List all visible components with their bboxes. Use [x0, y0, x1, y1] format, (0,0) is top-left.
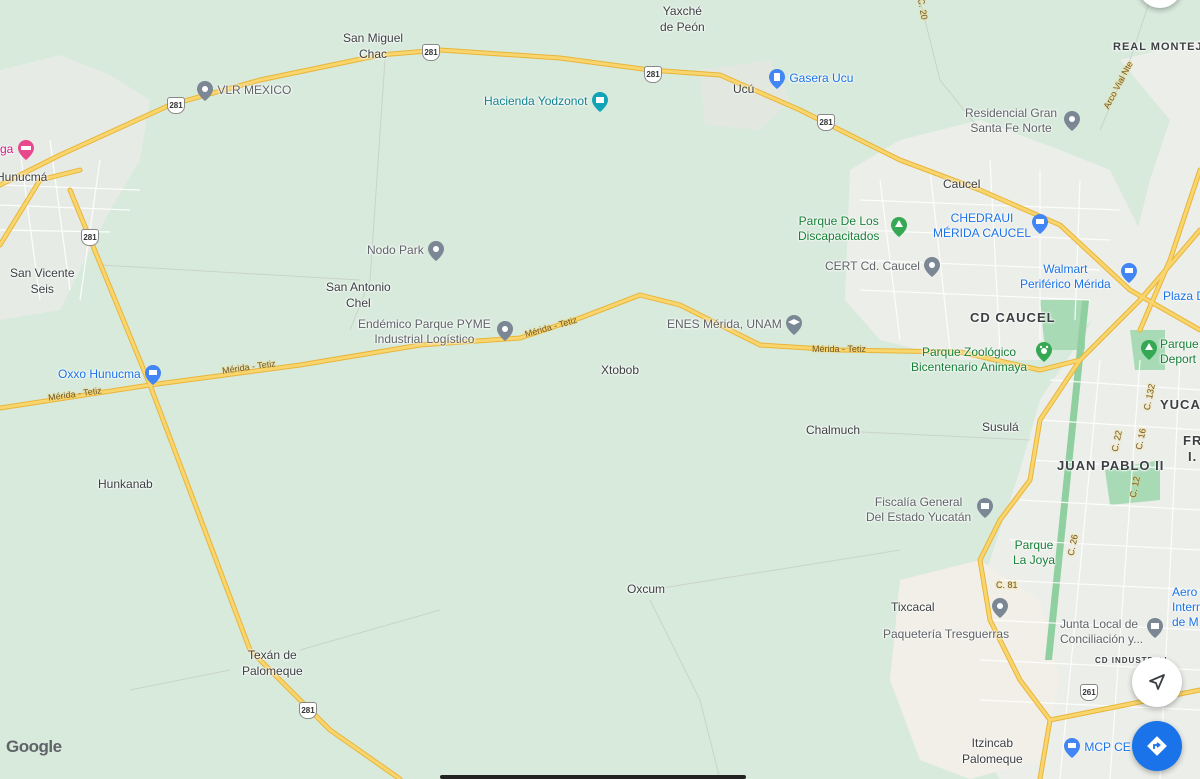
- map-pin-icon: [924, 257, 941, 277]
- highway-shield: 281: [817, 114, 835, 131]
- poi-label: VLR MEXICO: [217, 83, 292, 98]
- place-label-san-miguel-chac[interactable]: San Miguel Chac: [343, 30, 403, 62]
- place-label-xtobob[interactable]: Xtobob: [601, 362, 639, 378]
- map-pin-icon: [197, 81, 213, 101]
- poi-label: Junta Local de Conciliación y...: [1060, 617, 1144, 646]
- place-label-tixcacal[interactable]: Tixcacal: [891, 599, 935, 615]
- google-logo-text: Google: [6, 737, 62, 756]
- poi-label: Residencial Gran Santa Fe Norte: [965, 106, 1058, 135]
- poi-label: Hacienda Yodzonot: [484, 94, 588, 109]
- place-label-chalmuch[interactable]: Chalmuch: [806, 422, 860, 438]
- poi-aeropuerto[interactable]: Aero Intern de M: [1172, 585, 1200, 630]
- poi-label: Gasera Ucu: [789, 71, 854, 86]
- poi-label: ga: [0, 142, 14, 157]
- poi-hacienda[interactable]: Hacienda Yodzonot: [484, 91, 609, 113]
- park-icon: [1141, 340, 1157, 360]
- map-pin-icon: [497, 321, 513, 341]
- poi-paqueteria[interactable]: Paquetería Tresguerras: [883, 598, 1010, 642]
- road-label-merida-tetiz: Mérida - Tetiz: [812, 344, 866, 354]
- highway-shield: 261: [1080, 684, 1098, 701]
- poi-zoologico[interactable]: Parque Zoológico Bicentenario Animaya: [911, 342, 1052, 375]
- poi-label: Oxxo Hunucma: [58, 367, 141, 382]
- poi-label: Walmart Periférico Mérida: [1020, 262, 1111, 291]
- shopping-cart-icon: [1064, 738, 1080, 758]
- shopping-cart-icon: [145, 365, 162, 385]
- highway-shield: 281: [422, 44, 440, 61]
- school-icon: [786, 315, 803, 335]
- highway-shield: 281: [299, 702, 317, 719]
- poi-oxxo[interactable]: Oxxo Hunucma: [58, 364, 162, 386]
- poi-gasera-ucu[interactable]: Gasera Ucu: [768, 68, 853, 90]
- poi-fiscalia[interactable]: Fiscalía General Del Estado Yucatán: [866, 495, 993, 525]
- poi-plaza[interactable]: Plaza D: [1163, 289, 1200, 304]
- poi-cert[interactable]: CERT Cd. Caucel: [825, 256, 941, 278]
- government-icon: [1147, 618, 1163, 638]
- directions-button[interactable]: [1132, 721, 1182, 771]
- hotel-icon: [17, 140, 34, 160]
- poi-label: Parque Deport: [1160, 337, 1199, 366]
- landmark-icon: [591, 92, 608, 112]
- poi-label: Plaza D: [1163, 289, 1200, 303]
- paw-icon: [1036, 342, 1052, 362]
- poi-walmart[interactable]: Walmart Periférico Mérida: [1020, 262, 1137, 292]
- highway-shield: 281: [167, 97, 185, 114]
- park-icon: [891, 217, 907, 237]
- navigation-arrow-icon: [1149, 674, 1165, 690]
- map-pin-icon: [992, 598, 1008, 618]
- district-label-yuca[interactable]: YUCA: [1160, 397, 1200, 413]
- shopping-cart-icon: [1032, 214, 1048, 234]
- poi-chedraui[interactable]: CHEDRAUI MÉRIDA CAUCEL: [933, 211, 1048, 241]
- place-label-yaxche[interactable]: Yaxché de Peón: [660, 3, 705, 35]
- poi-parque-discapacitados[interactable]: Parque De Los Discapacitados: [798, 214, 907, 244]
- place-label-san-vicente-seis[interactable]: San Vicente Seis: [10, 265, 75, 297]
- poi-enes[interactable]: ENES Mérida, UNAM: [667, 314, 803, 336]
- home-indicator: [440, 775, 746, 779]
- place-label-san-antonio-chel[interactable]: San Antonio Chel: [326, 279, 391, 311]
- poi-endemico[interactable]: Endémico Parque PYME Industrial Logístic…: [358, 317, 513, 347]
- directions-icon: [1147, 736, 1167, 756]
- gas-station-icon: [769, 69, 785, 89]
- district-label-juan-pablo[interactable]: JUAN PABLO II: [1057, 458, 1164, 474]
- poi-label: Parque La Joya: [1013, 538, 1056, 567]
- poi-label: CHEDRAUI MÉRIDA CAUCEL: [933, 211, 1032, 240]
- poi-label: Parque Zoológico Bicentenario Animaya: [911, 345, 1028, 374]
- place-label-texan[interactable]: Texán de Palomeque: [242, 647, 303, 679]
- road-label-c81: C. 81: [996, 580, 1018, 590]
- poi-parque-deportivo[interactable]: Parque Deport: [1140, 337, 1199, 367]
- poi-residencial[interactable]: Residencial Gran Santa Fe Norte: [965, 106, 1080, 136]
- place-label-hunkanab[interactable]: Hunkanab: [98, 476, 153, 492]
- place-label-ucu[interactable]: Ucú: [733, 81, 754, 97]
- poi-label: Fiscalía General Del Estado Yucatán: [866, 495, 972, 524]
- place-label-hunucma[interactable]: Hunucmá: [0, 169, 47, 185]
- poi-label: Aero Intern de M: [1172, 585, 1200, 629]
- google-logo: Google: [6, 737, 62, 757]
- map-pin-icon: [428, 241, 445, 261]
- place-label-oxcum[interactable]: Oxcum: [627, 581, 665, 597]
- poi-label: Parque De Los Discapacitados: [798, 214, 880, 243]
- poi-label: Nodo Park: [367, 243, 424, 258]
- poi-label: Endémico Parque PYME Industrial Logístic…: [358, 317, 491, 346]
- poi-label: CERT Cd. Caucel: [825, 259, 920, 274]
- highway-shield: 281: [81, 229, 99, 246]
- poi-vlr-mexico[interactable]: VLR MEXICO: [196, 80, 291, 102]
- poi-nodo-park[interactable]: Nodo Park: [367, 240, 445, 262]
- district-label-cd-caucel[interactable]: CD CAUCEL: [970, 310, 1056, 326]
- shopping-cart-icon: [1121, 263, 1137, 283]
- poi-label: Paquetería Tresguerras: [883, 627, 1010, 641]
- poi-mcp[interactable]: MCP CE: [1063, 737, 1131, 759]
- highway-shield: 281: [644, 66, 662, 83]
- poi-junta[interactable]: Junta Local de Conciliación y...: [1060, 617, 1163, 647]
- poi-label: MCP CE: [1084, 740, 1131, 755]
- poi-hotel[interactable]: ga: [0, 139, 35, 161]
- poi-parque-la-joya[interactable]: Parque La Joya: [1013, 538, 1055, 568]
- district-label-fr[interactable]: FR I.: [1183, 433, 1200, 465]
- map-pin-icon: [1064, 111, 1080, 131]
- my-location-button[interactable]: [1132, 657, 1182, 707]
- poi-label: ENES Mérida, UNAM: [667, 317, 782, 332]
- place-label-susula[interactable]: Susulá: [982, 419, 1019, 435]
- place-label-caucel[interactable]: Caucel: [943, 176, 980, 192]
- place-label-itzincab[interactable]: Itzincab Palomeque: [962, 735, 1023, 767]
- district-label-real-montejo[interactable]: REAL MONTEJO: [1113, 39, 1200, 55]
- government-icon: [977, 498, 993, 518]
